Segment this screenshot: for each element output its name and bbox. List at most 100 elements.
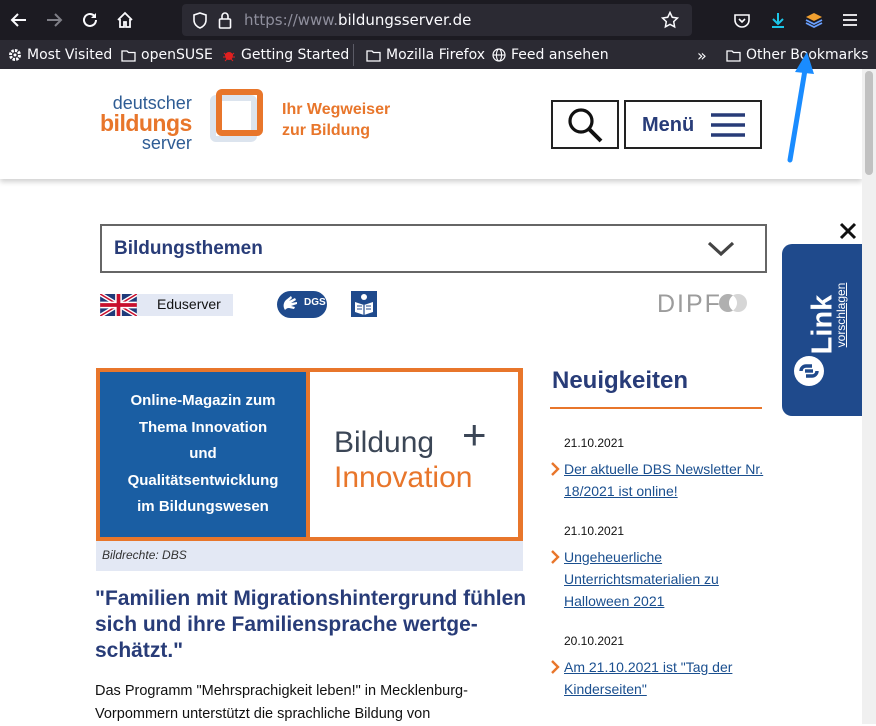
hamburger-icon (843, 14, 857, 26)
teaser-left-panel: Online-Magazin zum Thema Innovation und … (100, 372, 306, 537)
teaser-line: Thema Innovation (138, 418, 268, 436)
image-credit: Bildrechte: DBS (96, 541, 523, 571)
teaser-left-text: Online-Magazin zum Thema Innovation und … (128, 388, 279, 521)
teaser-line: und (189, 445, 217, 463)
back-button[interactable] (5, 6, 33, 34)
sign-language-link[interactable]: DGS (277, 291, 327, 318)
sign-language-hands-icon (283, 296, 297, 310)
chevron-right-icon (551, 660, 560, 674)
url-text[interactable]: https://www.bildungsserver.de (244, 11, 471, 29)
bookmark-label: Feed ansehen (511, 47, 609, 63)
news-heading: Neuigkeiten (552, 367, 689, 394)
dipf-logo[interactable]: DIPF (657, 290, 722, 319)
logo-square-orange (216, 89, 263, 136)
globe-icon (492, 48, 506, 62)
page-scrollbar[interactable] (862, 69, 876, 724)
bildungsthemen-dropdown[interactable]: Bildungsthemen (100, 224, 767, 273)
shield-icon (193, 12, 207, 29)
bookmarks-overflow-button[interactable]: » (697, 45, 707, 65)
extension-button[interactable] (800, 6, 828, 34)
news-heading-rule (550, 407, 762, 409)
chevrons-right-icon: » (697, 45, 707, 65)
chevron-right-icon (551, 462, 560, 476)
bug-icon (223, 52, 235, 62)
tagline-line-2: zur Bildung (282, 122, 370, 139)
chevron-right-icon (551, 550, 560, 564)
news-link[interactable]: Der aktuelle DBS Newsletter Nr. 18/2021 … (564, 458, 764, 502)
site-search-button[interactable] (551, 100, 619, 149)
teaser-bildung: Bildung (334, 426, 435, 459)
news-link[interactable]: Ungeheuerliche Unterrichtsmaterialien zu… (564, 546, 764, 612)
site-logo[interactable]: deutscher bildungs server (100, 93, 192, 153)
reload-icon (83, 12, 97, 27)
teaser-line: Qualitätsentwicklung (127, 471, 279, 489)
bookmarks-bar: Most Visited openSUSE Getting Started Mo… (0, 40, 876, 69)
dgs-badge: DGS (304, 297, 326, 308)
site-header: deutscher bildungs server Ihr Wegweiser … (0, 69, 862, 179)
hamburger-icon (711, 113, 745, 137)
chevron-down-icon (707, 241, 735, 257)
scrollbar-thumb[interactable] (865, 71, 873, 175)
news-date: 21.10.2021 (564, 436, 625, 450)
link-suggest-tab[interactable]: Link vorschlagen (782, 244, 862, 416)
downloads-button[interactable] (764, 6, 792, 34)
menu-label: Menü (642, 114, 695, 136)
download-icon (772, 13, 784, 28)
forward-button[interactable] (40, 6, 68, 34)
forward-arrow-icon (47, 13, 63, 27)
folder-icon (366, 49, 381, 62)
pocket-button[interactable] (728, 6, 756, 34)
teaser-right-panel: Bildung + Innovation (310, 372, 518, 537)
bookmark-label: Getting Started (241, 47, 350, 63)
link-chain-icon (794, 356, 824, 386)
bookmark-opensuse[interactable]: openSUSE (121, 45, 213, 65)
image-credit-text: Bildrechte: DBS (102, 548, 187, 562)
dipf-circles-icon (719, 294, 747, 312)
gear-icon (9, 49, 21, 61)
url-prefix: https://www. (244, 11, 338, 29)
easy-language-book-icon (355, 294, 373, 315)
news-date: 21.10.2021 (564, 524, 625, 538)
bookmark-label: openSUSE (141, 47, 213, 63)
folder-icon (121, 49, 136, 62)
bookmark-feed-ansehen[interactable]: Feed ansehen (492, 45, 609, 65)
bookmark-mozilla-firefox[interactable]: Mozilla Firefox (366, 45, 485, 65)
easy-language-link[interactable] (351, 291, 377, 317)
pocket-icon (734, 14, 750, 28)
news-date: 20.10.2021 (564, 634, 625, 648)
site-menu-button[interactable]: Menü (624, 100, 762, 149)
bookmark-most-visited[interactable]: Most Visited (8, 45, 112, 65)
tagline-line-1: Ihr Wegweiser (282, 101, 391, 118)
site-tagline: Ihr Wegweiser zur Bildung (282, 99, 390, 141)
search-icon (568, 107, 603, 142)
star-bookmark-icon[interactable] (661, 11, 679, 29)
extension-stack-icon (805, 13, 823, 29)
bookmark-getting-started[interactable]: Getting Started (222, 45, 349, 65)
home-button[interactable] (111, 6, 139, 34)
eduserver-link[interactable]: Eduserver (100, 294, 233, 316)
lock-icon (218, 12, 232, 29)
logo-line-2: bildungs (100, 110, 192, 136)
dipf-label: DIPF (657, 290, 722, 318)
teaser-line: Online-Magazin zum (130, 392, 276, 410)
article-body: Das Programm "Mehrsprachigkeit leben!" i… (95, 683, 468, 722)
article-title[interactable]: "Familien mit Migrationshintergrund fühl… (95, 586, 535, 664)
link-tab-sub: vorschlagen (834, 282, 848, 348)
logo-line-3: server (141, 133, 192, 153)
bookmark-label: Most Visited (27, 47, 113, 63)
news-link[interactable]: Am 21.10.2021 ist "Tag der Kinderseiten" (564, 656, 764, 700)
dropdown-label: Bildungsthemen (114, 238, 263, 259)
url-bar[interactable]: https://www.bildungsserver.de (182, 4, 692, 36)
browser-toolbar: https://www.bildungsserver.de (0, 0, 876, 40)
reload-button[interactable] (76, 6, 104, 34)
close-icon[interactable] (838, 221, 858, 241)
annotation-arrow-icon (787, 52, 814, 163)
bookmarks-separator (353, 44, 354, 66)
url-domain: bildungsserver.de (337, 11, 472, 29)
uk-flag-icon (100, 294, 137, 316)
back-arrow-icon (10, 13, 26, 27)
home-icon (117, 11, 133, 28)
folder-icon (726, 49, 741, 62)
app-menu-button[interactable] (836, 6, 864, 34)
teaser-image[interactable]: Online-Magazin zum Thema Innovation und … (96, 368, 523, 541)
